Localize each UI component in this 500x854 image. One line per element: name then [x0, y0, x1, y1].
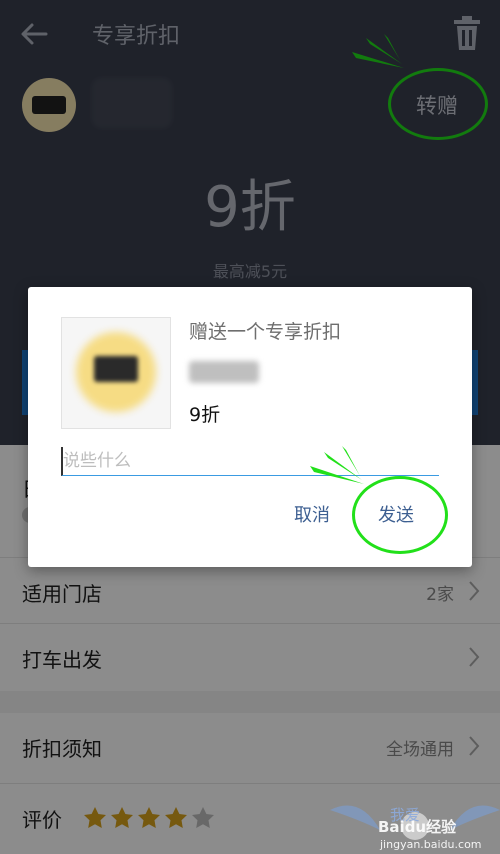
dialog-title: 赠送一个专享折扣	[189, 321, 342, 343]
coupon-thumbnail	[61, 317, 171, 429]
dialog-merchant-blurred	[189, 361, 259, 383]
watermark-url: jingyan.baidu.com	[379, 838, 482, 851]
dialog-discount: 9折	[189, 404, 221, 426]
watermark-brand: Baidu经验	[378, 818, 457, 836]
annotation-circle	[352, 476, 448, 554]
cancel-button[interactable]: 取消	[294, 501, 330, 527]
message-input[interactable]	[61, 447, 439, 476]
baidu-jingyan-watermark: 我爱 Baidu经验 jingyan.baidu.com	[330, 805, 500, 851]
annotation-rays	[310, 446, 364, 484]
